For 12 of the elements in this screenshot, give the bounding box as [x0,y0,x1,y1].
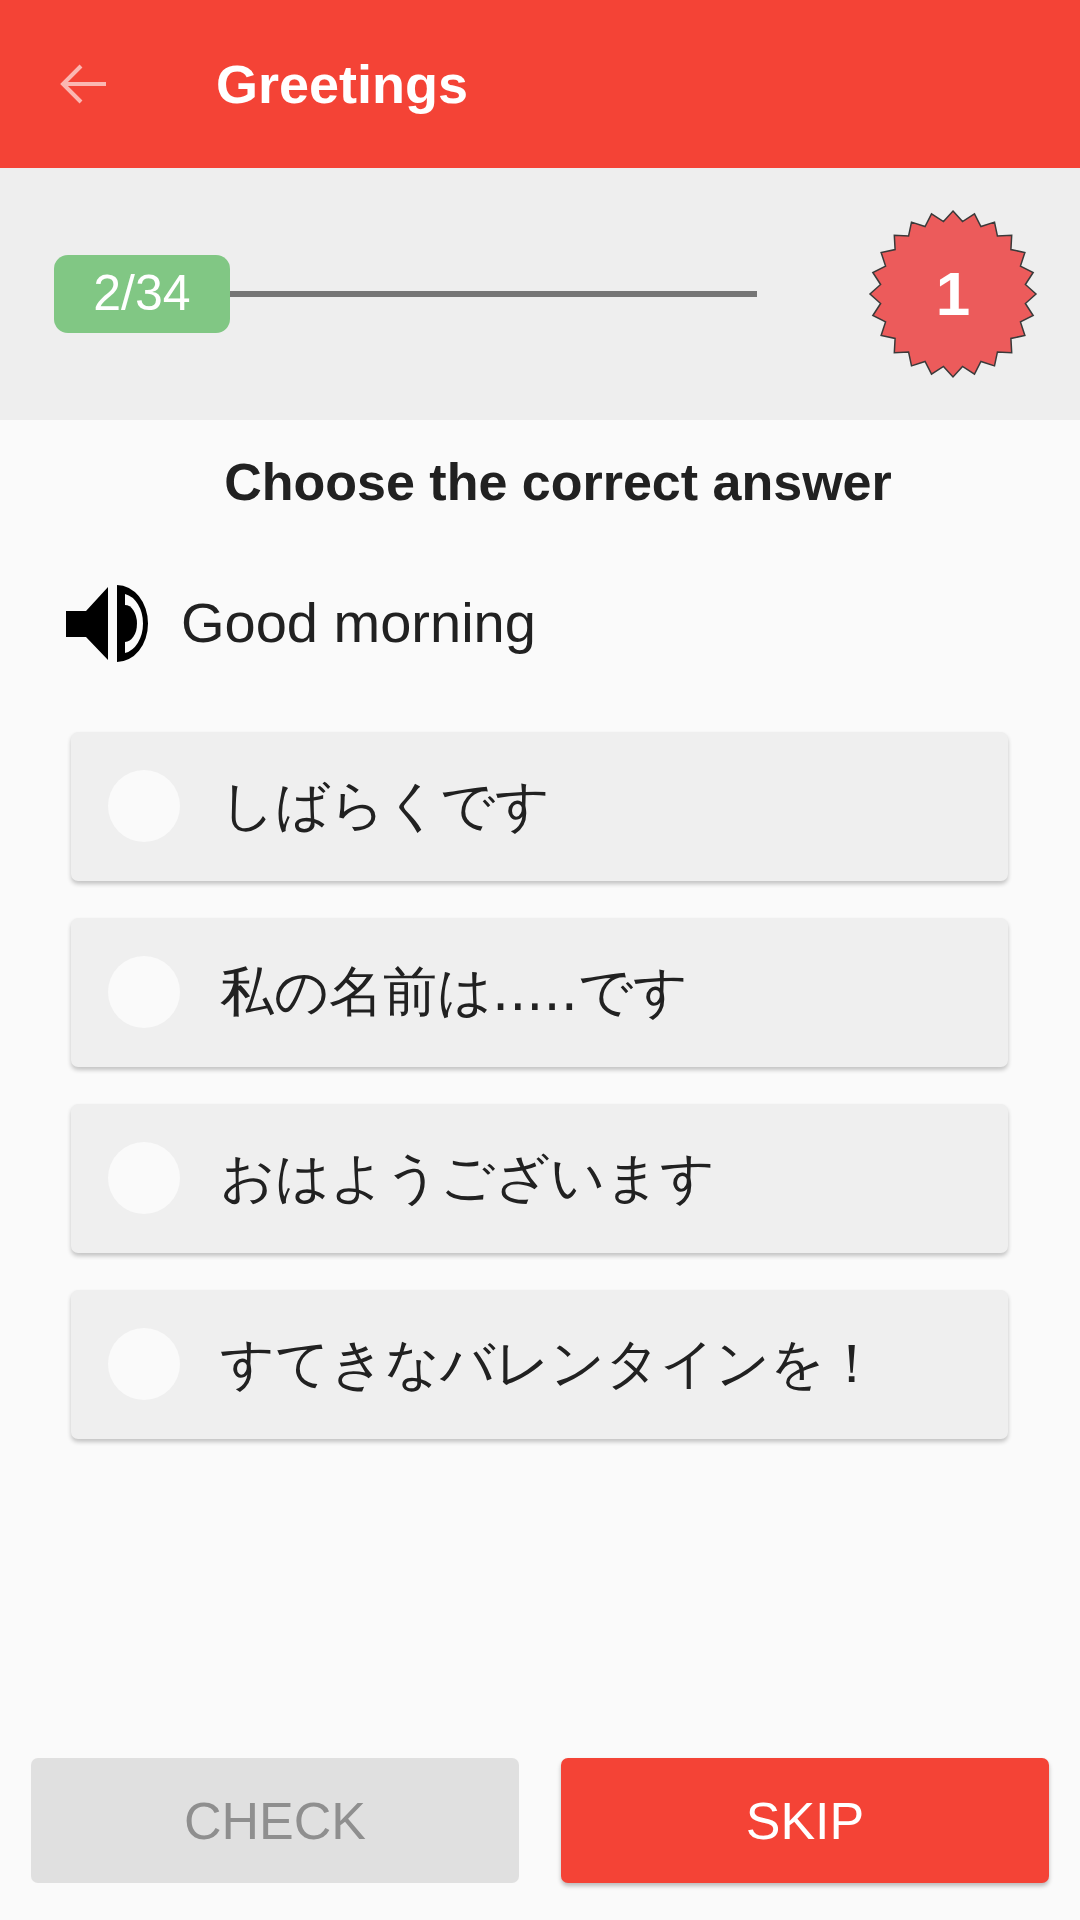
answer-option[interactable]: おはようございます [71,1103,1008,1253]
back-arrow-icon[interactable] [60,64,108,104]
action-button[interactable]: SKIP [561,1758,1049,1883]
screen-title: Greetings [216,52,469,116]
speaker-icon[interactable] [66,584,150,662]
progress-count: 2/34 [93,265,191,323]
answer-option[interactable]: すてきなバレンタインを！ [71,1289,1008,1439]
answer-option[interactable]: しばらくです [71,731,1008,881]
answer-option[interactable]: 私の名前は.....です [71,917,1008,1067]
badge-count: 1 [934,259,972,329]
question-prompt: Choose the correct answer [224,453,892,513]
phrase-text: Good morning [181,591,536,656]
